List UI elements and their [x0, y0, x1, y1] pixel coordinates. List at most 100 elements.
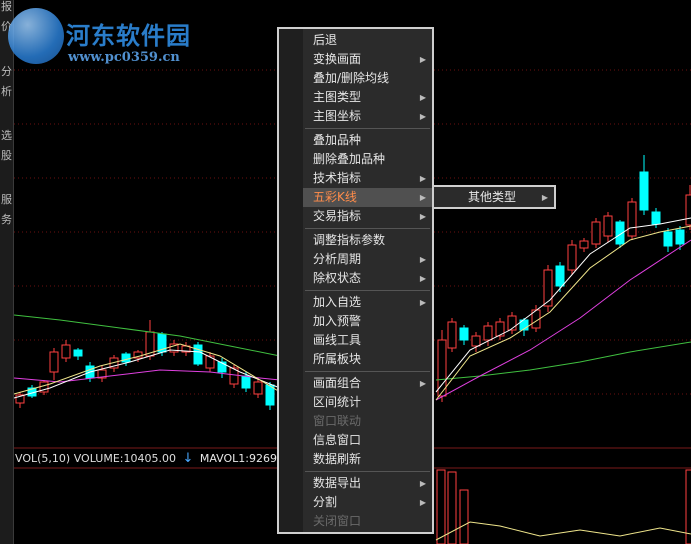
menu-item-label: 窗口联动 — [313, 414, 362, 428]
left-strip-label[interactable]: 析 — [0, 82, 13, 102]
menu-item: 窗口联动 — [303, 412, 432, 431]
candle-body — [205, 355, 215, 369]
menu-item[interactable]: 分析周期 ▶ — [303, 250, 432, 269]
menu-item-label: 后退 — [313, 33, 338, 47]
menu-item[interactable]: 数据刷新 — [303, 450, 432, 469]
volume-value: VOLUME:10405.00 — [73, 452, 176, 465]
candle-body — [471, 335, 481, 347]
menu-item-label: 主图类型 — [313, 90, 362, 104]
menu-item[interactable]: 删除叠加品种 — [303, 150, 432, 169]
candle-body — [447, 321, 457, 349]
menu-item[interactable]: 加入预警 — [303, 312, 432, 331]
volume-indicator-name: VOL(5,10) — [15, 452, 71, 465]
menu-item[interactable]: 五彩K线 ▶ — [303, 188, 432, 207]
candle-body — [49, 351, 59, 373]
menu-item: 关闭窗口 — [303, 512, 432, 531]
candle-body — [663, 231, 673, 247]
left-strip-label[interactable]: 选 — [0, 126, 13, 146]
submenu-arrow-icon: ▶ — [419, 274, 426, 283]
volume-indicator-row: VOL(5,10) VOLUME:10405.00 ↓ MAVOL1:92691 — [15, 451, 284, 466]
candle-body — [193, 344, 203, 365]
submenu-arrow-icon: ▶ — [419, 55, 426, 64]
menu-item-label: 画面组合 — [313, 376, 362, 390]
menu-item[interactable]: 主图坐标 ▶ — [303, 107, 432, 126]
candle-body — [627, 201, 637, 237]
menu-separator — [305, 290, 430, 291]
candle-body — [675, 229, 685, 245]
candle-body — [73, 349, 83, 357]
menu-item[interactable]: 变换画面 ▶ — [303, 50, 432, 69]
ma-line-yellow — [435, 225, 691, 401]
menu-item-label: 除权状态 — [313, 271, 362, 285]
menu-item-label: 分割 — [313, 495, 338, 509]
menu-item[interactable]: 交易指标 ▶ — [303, 207, 432, 226]
left-function-strip: 报价分析选股服务 — [0, 0, 14, 544]
volume-ma-line — [435, 521, 691, 541]
submenu-arrow-icon: ▶ — [419, 112, 426, 121]
menu-item-label: 叠加/删除均线 — [313, 71, 390, 85]
menu-item[interactable]: 除权状态 ▶ — [303, 269, 432, 288]
menu-item[interactable]: 后退 — [303, 31, 432, 50]
menu-item-label: 分析周期 — [313, 252, 362, 266]
candle-body — [459, 327, 469, 341]
watermark-url: www.pc0359.cn — [68, 50, 180, 65]
mavol-value: MAVOL1:92691 — [199, 452, 285, 465]
menu-item[interactable]: 加入自选 ▶ — [303, 293, 432, 312]
menu-item-label: 加入自选 — [313, 295, 362, 309]
left-strip-label[interactable]: 务 — [0, 210, 13, 230]
candle-body — [651, 211, 661, 225]
watermark-logo-icon — [8, 8, 64, 64]
left-strip-label[interactable]: 服 — [0, 190, 13, 210]
menu-item[interactable]: 技术指标 ▶ — [303, 169, 432, 188]
menu-item-label: 区间统计 — [313, 395, 362, 409]
menu-item[interactable]: 分割 ▶ — [303, 493, 432, 512]
submenu-arrow-icon: ▶ — [419, 298, 426, 307]
menu-item-label: 所属板块 — [313, 352, 362, 366]
watermark: 河东软件园 www.pc0359.cn — [8, 8, 208, 68]
menu-item[interactable]: 调整指标参数 — [303, 231, 432, 250]
candle-body — [567, 244, 577, 271]
candle-body — [555, 265, 565, 287]
submenu-arrow-icon: ▶ — [419, 174, 426, 183]
watermark-title: 河东软件园 — [66, 21, 191, 50]
menu-item[interactable]: 画线工具 — [303, 331, 432, 350]
menu-item[interactable]: 数据导出 ▶ — [303, 474, 432, 493]
menu-separator — [305, 228, 430, 229]
submenu-colored-kline: 其他类型 ▶ — [432, 185, 556, 209]
menu-separator — [305, 128, 430, 129]
candle-body — [253, 381, 263, 395]
menu-item[interactable]: 所属板块 — [303, 350, 432, 369]
menu-item-label: 技术指标 — [313, 171, 362, 185]
menu-separator — [305, 471, 430, 472]
menu-item-label: 加入预警 — [313, 314, 362, 328]
context-menu: 后退变换画面 ▶ 叠加/删除均线 主图类型 ▶ 主图坐标 ▶ 叠加品种删除叠加品种技术指标 ▶ 五… — [277, 27, 434, 534]
candle-body — [591, 221, 601, 245]
ma-line-white — [435, 217, 691, 393]
submenu-arrow-icon: ▶ — [419, 255, 426, 264]
menu-separator — [305, 371, 430, 372]
menu-item[interactable]: 区间统计 — [303, 393, 432, 412]
down-arrow-icon: ↓ — [182, 451, 194, 466]
menu-item-label: 数据导出 — [313, 476, 362, 490]
candle-body — [685, 194, 691, 226]
menu-item-other-types[interactable]: 其他类型 ▶ — [434, 188, 554, 207]
menu-item[interactable]: 信息窗口 — [303, 431, 432, 450]
menu-item-label: 叠加品种 — [313, 133, 362, 147]
menu-item-label: 画线工具 — [313, 333, 362, 347]
left-strip-label[interactable]: 股 — [0, 146, 13, 166]
menu-item-label: 主图坐标 — [313, 109, 362, 123]
volume-bar — [459, 489, 469, 544]
menu-item[interactable]: 叠加/删除均线 — [303, 69, 432, 88]
candle-body — [121, 353, 131, 363]
submenu-arrow-icon: ▶ — [419, 498, 426, 507]
menu-item[interactable]: 叠加品种 — [303, 131, 432, 150]
ma-line-magenta — [435, 239, 691, 401]
submenu-arrow-icon: ▶ — [419, 93, 426, 102]
menu-item[interactable]: 主图类型 ▶ — [303, 88, 432, 107]
menu-item[interactable]: 画面组合 ▶ — [303, 374, 432, 393]
menu-item-label: 交易指标 — [313, 209, 362, 223]
submenu-arrow-icon: ▶ — [419, 379, 426, 388]
candle-body — [483, 325, 493, 341]
menu-item-label: 变换画面 — [313, 52, 362, 66]
candle-body — [61, 344, 71, 359]
